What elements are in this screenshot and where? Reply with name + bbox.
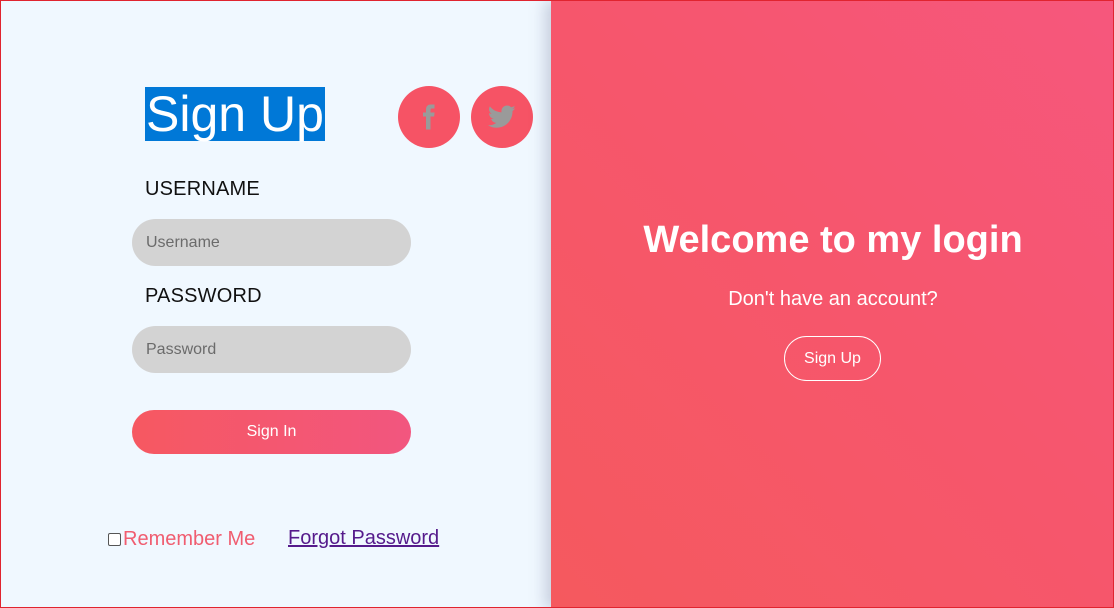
twitter-button[interactable] [471, 86, 533, 148]
remember-me: Remember Me [108, 527, 255, 551]
forgot-password-link[interactable]: Forgot Password [288, 527, 439, 550]
sign-in-button[interactable]: Sign In [132, 410, 411, 454]
sign-up-button[interactable]: Sign Up [784, 336, 881, 381]
welcome-heading: Welcome to my login [643, 219, 1023, 261]
twitter-icon [488, 105, 516, 129]
welcome-panel: Welcome to my login Don't have an accoun… [551, 1, 1113, 607]
login-page: Sign Up USERNAME PASSWORD Sign In Rememb… [0, 0, 1114, 608]
remember-me-label[interactable]: Remember Me [123, 528, 255, 551]
remember-me-checkbox[interactable] [108, 532, 121, 546]
no-account-text: Don't have an account? [728, 288, 938, 310]
username-label: USERNAME [145, 178, 260, 200]
facebook-icon [418, 104, 440, 130]
password-label: PASSWORD [145, 285, 262, 307]
password-input[interactable] [132, 326, 411, 373]
sign-up-panel: Sign Up USERNAME PASSWORD Sign In Rememb… [1, 1, 551, 607]
username-input[interactable] [132, 219, 411, 266]
facebook-button[interactable] [398, 86, 460, 148]
page-title[interactable]: Sign Up [145, 87, 325, 141]
